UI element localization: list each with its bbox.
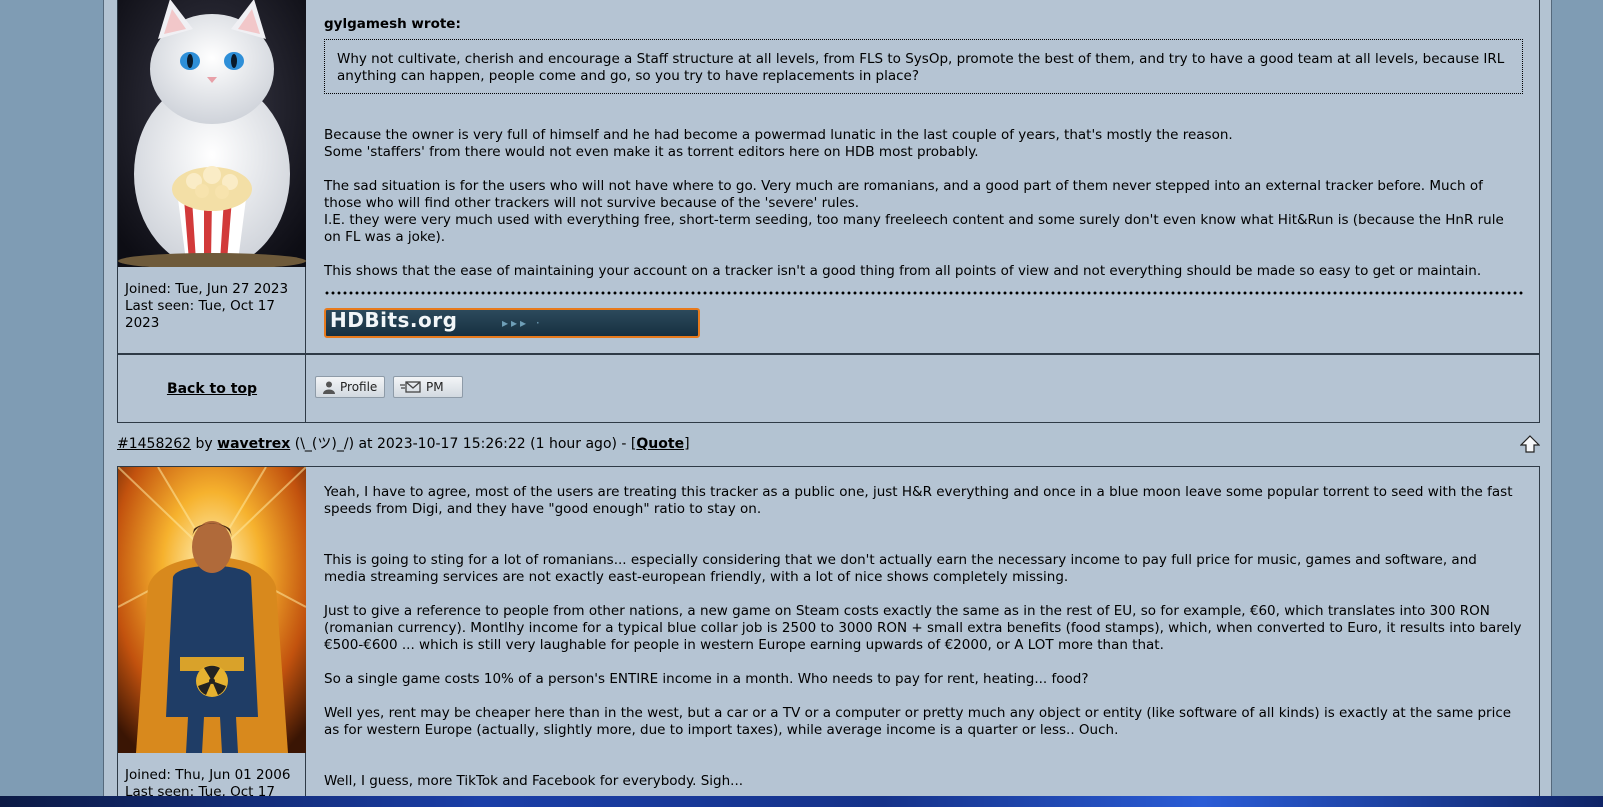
avatar (118, 0, 306, 267)
post-paragraph: This shows that the ease of maintaining … (324, 263, 1482, 279)
post-meta-close: ] (684, 436, 690, 452)
user-info-cell: Joined: Thu, Jun 01 2006 Last seen: Tue,… (118, 467, 306, 807)
quote-box: Why not cultivate, cherish and encourage… (324, 39, 1523, 94)
profile-icon (323, 381, 335, 394)
post-paragraph: Well yes, rent may be cheaper here than … (324, 705, 1512, 738)
profile-button-label: Profile (340, 380, 378, 394)
post-by-text: by (191, 436, 218, 452)
post-footer-row: Back to top Profile PM (117, 354, 1540, 423)
post-meta-text: (\_(ツ)_/) at 2023-10-17 15:26:22 (1 hour… (290, 436, 637, 452)
post-content-cell: gylgamesh wrote: Why not cultivate, cher… (307, 0, 1539, 355)
envelope-icon (400, 381, 421, 393)
post-table: Joined: Tue, Jun 27 2023 Last seen: Tue,… (117, 0, 1540, 355)
post-table: Joined: Thu, Jun 01 2006 Last seen: Tue,… (117, 466, 1540, 807)
post-paragraph: Some 'staffers' from there would not eve… (324, 144, 979, 160)
post-paragraph: The sad situation is for the users who w… (324, 178, 1483, 211)
desktop-wallpaper-strip (0, 796, 1603, 807)
signature-banner: HDBits.org ▸▸▸ · (324, 308, 700, 338)
pm-button[interactable]: PM (393, 376, 463, 398)
post-id-link[interactable]: #1458262 (117, 436, 191, 452)
post-header: #1458262 by wavetrex (\_(ツ)_/) at 2023-1… (117, 434, 1540, 454)
pm-button-label: PM (426, 380, 444, 394)
scroll-up-icon[interactable] (1520, 435, 1540, 453)
post-paragraph: Yeah, I have to agree, most of the users… (324, 484, 1513, 517)
footer-left-cell: Back to top (118, 355, 306, 422)
back-to-top-link[interactable]: Back to top (118, 355, 306, 422)
post-paragraph: So a single game costs 10% of a person's… (324, 671, 1089, 687)
forum-page: Joined: Tue, Jun 27 2023 Last seen: Tue,… (103, 0, 1552, 807)
joined-date: Joined: Tue, Jun 27 2023 (125, 281, 289, 297)
post-paragraph: Well, I guess, more TikTok and Facebook … (324, 773, 744, 789)
post-content-cell: Yeah, I have to agree, most of the users… (307, 467, 1539, 807)
post-paragraph: Just to give a reference to people from … (324, 603, 1522, 653)
signature-arrows: ▸▸▸ · (502, 316, 543, 330)
avatar (118, 467, 306, 753)
quote-link[interactable]: Quote (636, 436, 684, 452)
last-seen-date: Last seen: Tue, Oct 17 2023 (125, 298, 275, 331)
user-info-cell: Joined: Tue, Jun 27 2023 Last seen: Tue,… (118, 0, 306, 355)
signature-divider (324, 290, 1523, 296)
post-paragraph: I.E. they were very much used with every… (324, 212, 1504, 245)
post-paragraph: This is going to sting for a lot of roma… (324, 552, 1477, 585)
quote-author: gylgamesh wrote: (324, 16, 461, 32)
joined-date: Joined: Thu, Jun 01 2006 (125, 767, 291, 783)
profile-button[interactable]: Profile (315, 376, 385, 398)
post-paragraph: Because the owner is very full of himsel… (324, 127, 1233, 143)
signature-logo-text: HDBits.org (330, 308, 458, 332)
author-link[interactable]: wavetrex (217, 436, 290, 452)
